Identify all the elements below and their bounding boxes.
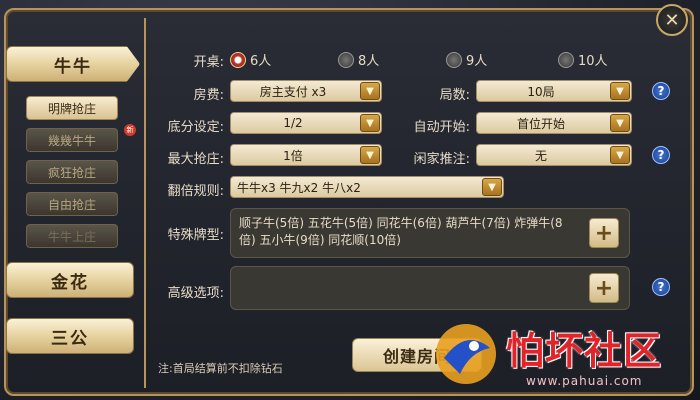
players-10-label: 10人 [578,54,608,69]
rounds-select[interactable]: 10局 ▼ [476,80,632,102]
new-badge: 新 [124,124,136,136]
players-10-radio[interactable]: 10人 [558,50,608,69]
multiplier-rule-select[interactable]: 牛牛x3 牛九x2 牛八x2 ▼ [230,176,504,198]
game-category-sidebar: 牛牛 明牌抢庄 幾幾牛牛 新 疯狂抢庄 自由抢庄 牛牛上庄 金花 三公 [6,40,140,380]
category-niuniu-button[interactable]: 牛牛 [6,46,140,82]
special-hand-box: 顺子牛(5倍) 五花牛(5倍) 同花牛(6倍) 葫芦牛(7倍) 炸弹牛(8倍) … [230,208,630,258]
rounds-value: 10局 [527,84,555,99]
players-6-radio[interactable]: 6人 [230,50,271,69]
auto-start-select[interactable]: 首位开始 ▼ [476,112,632,134]
advanced-options-add-button[interactable]: + [589,273,619,303]
room-fee-select[interactable]: 房主支付 x3 ▼ [230,80,382,102]
players-9-label: 9人 [466,54,488,69]
advanced-options-box: + [230,266,630,310]
special-hand-add-button[interactable]: + [589,218,619,248]
max-grab-label: 最大抢庄: [167,152,224,167]
radio-icon [446,51,462,68]
radio-icon [338,51,354,68]
chevron-down-icon: ▼ [360,114,380,132]
special-hand-text: 顺子牛(5倍) 五花牛(5倍) 同花牛(6倍) 葫芦牛(7倍) 炸弹牛(8倍) … [239,216,563,247]
chevron-down-icon: ▼ [610,82,630,100]
category-jinhua-button[interactable]: 金花 [6,262,134,298]
diamond-note: 注:首局结算前不扣除钻石 [158,362,283,375]
auto-start-label: 自动开始: [413,120,470,135]
auto-start-value: 首位开始 [516,116,565,131]
players-8-label: 8人 [358,54,380,69]
players-9-radio[interactable]: 9人 [446,50,487,69]
table-size-label: 开桌: [193,55,224,70]
idle-push-help-icon[interactable]: ? [652,146,670,164]
category-sangong-button[interactable]: 三公 [6,318,134,354]
room-settings-panel: 开桌: 6人 8人 9人 10人 房费: 房主支付 x3 ▼ 局数: 10局 ▼… [146,18,690,388]
base-score-label: 底分设定: [167,120,224,135]
room-fee-value: 房主支付 x3 [259,84,327,99]
base-score-value: 1/2 [283,116,303,130]
special-hand-label: 特殊牌型: [167,228,224,243]
chevron-down-icon: ▼ [610,114,630,132]
rounds-help-icon[interactable]: ? [652,82,670,100]
sub-option-ziyou-qiangzhuang[interactable]: 自由抢庄 [26,192,118,216]
chevron-down-icon: ▼ [482,178,502,196]
create-room-button[interactable]: 创建房间 [352,338,482,372]
room-fee-label: 房费: [193,88,224,103]
multiplier-rule-value: 牛牛x3 牛九x2 牛八x2 [237,180,361,195]
sub-option-fengkuang-qiangzhuang[interactable]: 疯狂抢庄 [26,160,118,184]
idle-push-value: 无 [534,148,547,163]
max-grab-value: 1倍 [283,148,303,163]
players-6-label: 6人 [250,54,272,69]
advanced-help-icon[interactable]: ? [652,278,670,296]
sub-option-mingpai-qiangzhuang[interactable]: 明牌抢庄 [26,96,118,120]
chevron-down-icon: ▼ [360,82,380,100]
idle-push-select[interactable]: 无 ▼ [476,144,632,166]
create-room-dialog: 牛牛 明牌抢庄 幾幾牛牛 新 疯狂抢庄 自由抢庄 牛牛上庄 金花 三公 开桌: … [0,0,700,400]
rounds-label: 局数: [439,88,470,103]
sub-option-jiji-niuniu[interactable]: 幾幾牛牛 [26,128,118,152]
advanced-options-label: 高级选项: [167,286,224,301]
radio-selected-icon [230,51,246,68]
radio-icon [558,51,574,68]
sub-option-niuniu-shangzhuang[interactable]: 牛牛上庄 [26,224,118,248]
chevron-down-icon: ▼ [360,146,380,164]
max-grab-select[interactable]: 1倍 ▼ [230,144,382,166]
players-8-radio[interactable]: 8人 [338,50,379,69]
base-score-select[interactable]: 1/2 ▼ [230,112,382,134]
idle-push-label: 闲家推注: [413,152,470,167]
close-button[interactable]: ✕ [656,4,688,36]
chevron-down-icon: ▼ [610,146,630,164]
multiplier-rule-label: 翻倍规则: [167,184,224,199]
